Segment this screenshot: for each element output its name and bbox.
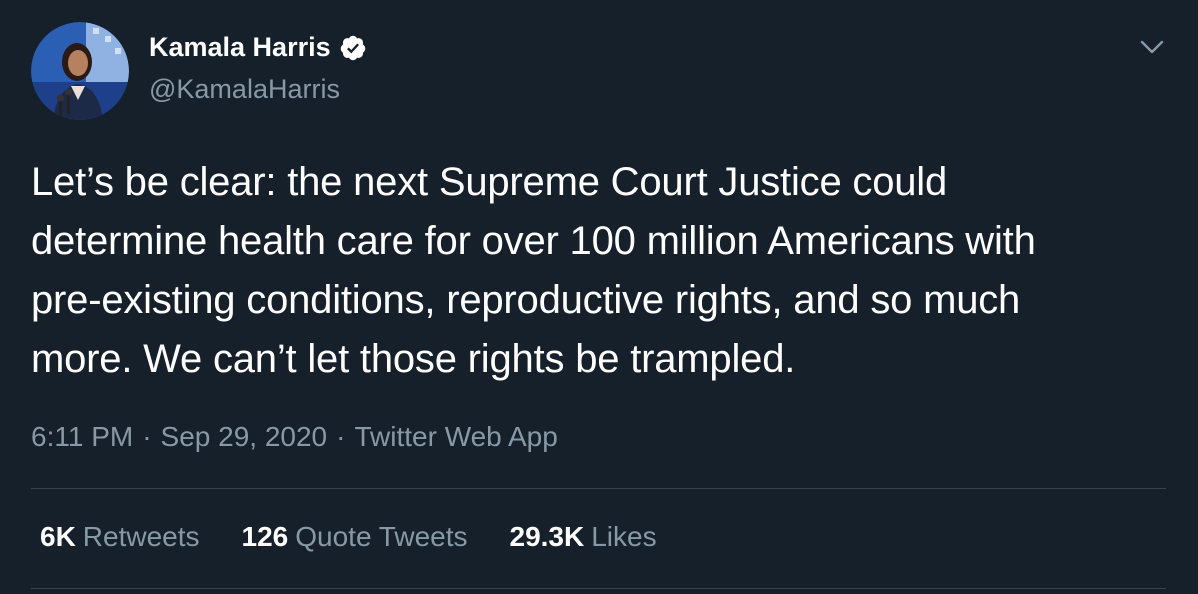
chevron-down-icon[interactable] bbox=[1138, 36, 1166, 58]
divider bbox=[31, 588, 1166, 589]
author-name[interactable]: Kamala Harris bbox=[149, 32, 367, 63]
tweet-time[interactable]: 6:11 PM bbox=[31, 421, 133, 452]
divider bbox=[31, 488, 1166, 489]
tweet-meta: 6:11 PM · Sep 29, 2020 · Twitter Web App bbox=[31, 421, 558, 453]
quote-tweets-count: 126 bbox=[241, 521, 289, 552]
likes-stat[interactable]: 29.3K Likes bbox=[510, 521, 657, 553]
verified-badge-icon bbox=[340, 35, 365, 60]
likes-count: 29.3K bbox=[509, 521, 585, 552]
tweet-card: Kamala Harris @KamalaHarris Let’s be cle… bbox=[0, 0, 1198, 594]
quote-tweets-label: Quote Tweets bbox=[295, 521, 468, 552]
quote-tweets-stat[interactable]: 126 Quote Tweets bbox=[242, 521, 468, 553]
meta-separator: · bbox=[142, 421, 152, 452]
retweets-label: Retweets bbox=[82, 521, 200, 552]
likes-label: Likes bbox=[591, 521, 657, 552]
tweet-source[interactable]: Twitter Web App bbox=[354, 421, 557, 452]
author-name-text: Kamala Harris bbox=[149, 32, 331, 62]
author-handle[interactable]: @KamalaHarris bbox=[149, 74, 340, 105]
retweets-count: 6K bbox=[40, 521, 76, 552]
avatar-photo-icon bbox=[31, 22, 129, 120]
tweet-text: Let’s be clear: the next Supreme Court J… bbox=[31, 160, 1036, 381]
retweets-stat[interactable]: 6K Retweets bbox=[40, 521, 200, 553]
meta-separator: · bbox=[336, 421, 346, 452]
tweet-date[interactable]: Sep 29, 2020 bbox=[161, 421, 328, 452]
tweet-stats: 6K Retweets 126 Quote Tweets 29.3K Likes bbox=[40, 521, 699, 553]
avatar[interactable] bbox=[31, 22, 129, 120]
